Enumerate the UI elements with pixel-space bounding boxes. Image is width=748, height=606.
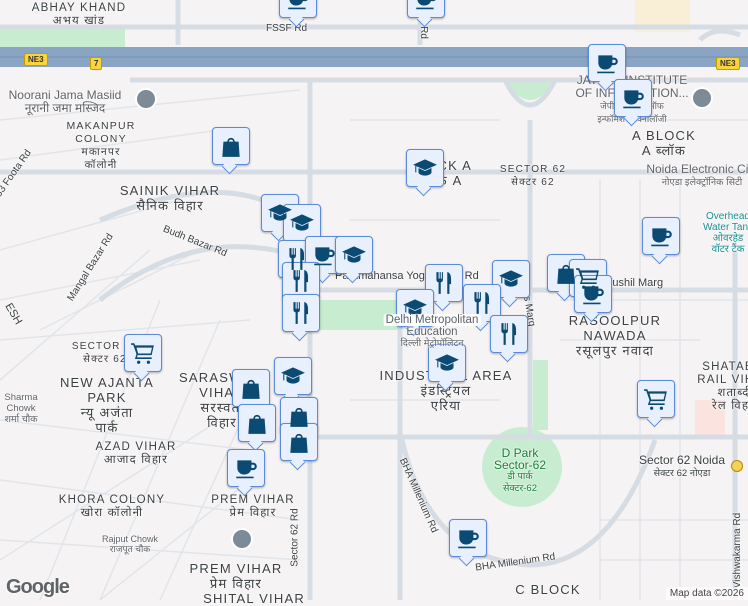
ne3-shield: NE3 — [24, 53, 48, 66]
marker-edu[interactable] — [274, 357, 312, 395]
poi-sharma-chowk: Sharma Chowk शर्मा चौक — [4, 392, 38, 425]
shop-icon — [286, 403, 312, 429]
area-khora-colony: KHORA COLONY खोरा कॉलोनी — [58, 494, 166, 519]
road-rd-top: Rd — [417, 26, 429, 39]
area-prem-vihar: PREM VIHAR प्रेम विहार — [211, 494, 295, 519]
cafe-icon — [620, 85, 646, 111]
marker-cafe[interactable] — [574, 275, 612, 313]
area-new-ajanta-park: NEW AJANTA PARK न्यू अजंता पार्क — [59, 375, 155, 435]
road-fssf: FSSF Rd — [266, 23, 308, 34]
cafe-icon — [233, 455, 259, 481]
marker-shop[interactable] — [280, 423, 318, 461]
marker-cafe[interactable] — [614, 79, 652, 117]
area-a-block: A BLOCK A ब्लॉक — [631, 128, 697, 158]
mosque-icon[interactable] — [135, 88, 157, 110]
park-area — [0, 28, 125, 48]
area-shatabdi-rail-vihar: SHATABDIRAIL VIHARशताब्दीरेल विहार — [697, 361, 748, 412]
edu-icon — [434, 350, 460, 376]
edu-icon — [498, 266, 524, 292]
marker-cafe[interactable] — [279, 0, 317, 18]
edu-icon — [280, 363, 306, 389]
marker-grocery[interactable] — [124, 334, 162, 372]
area-prem-vihar-south: PREM VIHAR प्रेम विहार — [189, 561, 283, 591]
area-shital-vihar: SHITAL VIHAR — [203, 591, 305, 606]
cafe-icon — [648, 223, 674, 249]
marker-cafe[interactable] — [449, 519, 487, 557]
area-azad-vihar: AZAD VIHAR आजाद विहार — [95, 441, 177, 466]
restaurant-icon — [288, 268, 314, 294]
edu-icon — [341, 242, 367, 268]
road-sector-62: Sector 62 Rd — [289, 508, 301, 567]
marker-shop[interactable] — [238, 404, 276, 442]
school-icon[interactable] — [231, 528, 253, 550]
area-c-block: C BLOCK — [515, 582, 581, 597]
cafe-icon — [594, 50, 620, 76]
marker-cafe[interactable] — [227, 449, 265, 487]
google-logo: Google — [6, 576, 70, 598]
area-sainik-vihar: SAINIK VIHAR सैनिक विहार — [119, 183, 221, 213]
marker-grocery[interactable] — [637, 380, 675, 418]
school-icon[interactable] — [691, 87, 713, 109]
marker-cafe[interactable] — [588, 44, 626, 82]
restaurant-icon — [496, 321, 522, 347]
road-vishwakarma: Vishwakarma Rd — [732, 512, 744, 589]
marker-cafe[interactable] — [642, 217, 680, 255]
cafe-icon — [455, 525, 481, 551]
shop-icon — [238, 375, 264, 401]
poi-rajput-chowk: Rajput Chowk राजपूत चौक — [101, 534, 159, 554]
marker-edu[interactable] — [335, 236, 373, 274]
marker-restaurant[interactable] — [282, 294, 320, 332]
edu-icon — [412, 155, 438, 181]
shop-icon — [286, 429, 312, 455]
edu-icon — [289, 210, 315, 236]
marker-cafe[interactable] — [407, 0, 445, 18]
restaurant-icon — [431, 270, 457, 296]
poi-noida-electronic-city[interactable]: Noida Electronic City नोएडा इलेक्ट्रॉनिक … — [646, 163, 748, 189]
poi-overhead-water-tank[interactable]: OverheadWater Tankओवरहेडवॉटर टैंक — [703, 211, 748, 255]
poi-noorani-jama-masjid[interactable]: Noorani Jama Masiid नूरानी जमा मस्जिद — [9, 89, 122, 115]
marker-restaurant[interactable] — [490, 315, 528, 353]
cafe-icon — [413, 0, 439, 12]
poi-delhi-metropolitan-education[interactable]: Delhi Metropolitan Education दिल्ली मेट्रो… — [383, 314, 481, 350]
restaurant-icon — [469, 290, 495, 316]
shop-icon — [244, 410, 270, 436]
road-sushil-marg: Sushil Marg — [605, 277, 664, 289]
cafe-icon — [580, 281, 606, 307]
marker-edu[interactable] — [406, 149, 444, 187]
metro-station-icon[interactable] — [731, 460, 743, 472]
shop-icon — [218, 133, 244, 159]
restaurant-icon — [288, 300, 314, 326]
marker-shop[interactable] — [212, 127, 250, 165]
exit-shield: 7 — [90, 57, 103, 70]
area-abhay-khand: ABHAY KHAND अभय खांड — [31, 2, 127, 27]
area-sector-62: SECTOR 62 सेक्टर 62 — [499, 164, 567, 188]
marker-shop[interactable] — [232, 369, 270, 407]
grocery-icon — [130, 340, 156, 366]
poi-sector-62-metro[interactable]: Sector 62 Noida सेक्टर 62 नोएडा — [639, 454, 725, 480]
poi-d-park[interactable]: D Park Sector-62 डी पार्क सेक्टर-62 — [494, 447, 546, 495]
park-area — [533, 360, 548, 430]
cafe-icon — [311, 242, 337, 268]
grocery-icon — [643, 386, 669, 412]
map-attribution[interactable]: Map data ©2026 — [665, 587, 748, 600]
ne3-shield-east: NE3 — [716, 57, 740, 70]
area-makanpur: MAKANPUR COLONY मकानपर कॉलोनी — [66, 120, 136, 171]
cafe-icon — [285, 0, 311, 12]
area-rasoolpur-nawada: RASOOLPUR NAWADA रसूलपुर नवादा — [568, 313, 662, 358]
